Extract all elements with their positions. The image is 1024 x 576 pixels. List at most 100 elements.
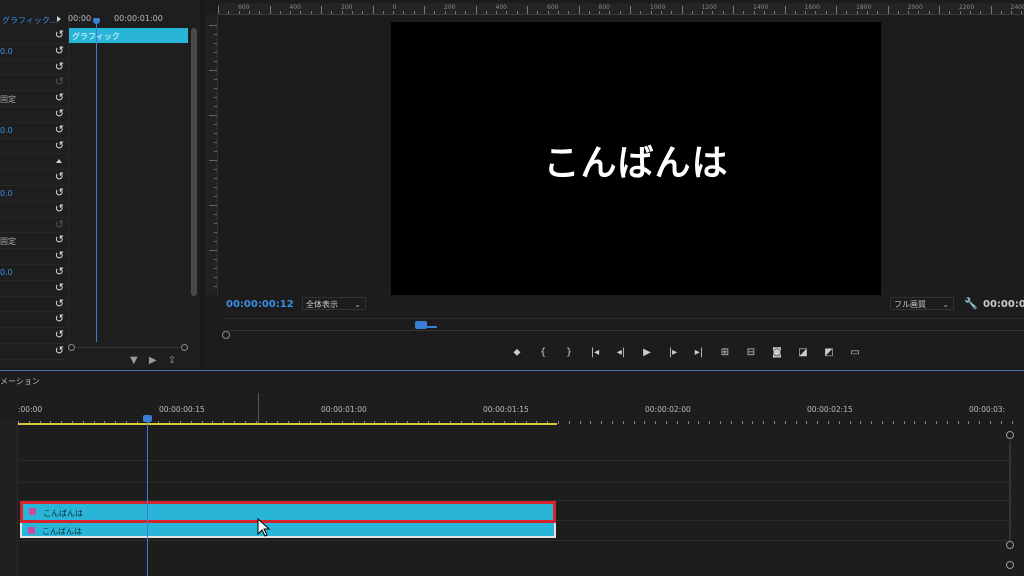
reset-icon[interactable]: ↺	[55, 76, 64, 88]
chevron-down-icon: ⌄	[354, 300, 361, 309]
reset-icon[interactable]: ↺	[55, 29, 64, 41]
video-preview[interactable]: こんばんは	[391, 22, 881, 295]
graphic-clip-bottom[interactable]: こんばんは	[20, 521, 556, 538]
reset-icon[interactable]: ↺	[55, 139, 64, 152]
reset-icon[interactable]: ↺	[55, 186, 64, 199]
reset-icon[interactable]: ↺	[55, 44, 64, 57]
scroll-track[interactable]	[1009, 441, 1011, 541]
add-marker-icon[interactable]: ⬥	[504, 345, 530, 361]
zoom-scroll-track[interactable]	[76, 347, 180, 348]
effect-mini-timeline[interactable]	[68, 12, 190, 352]
effect-property-row[interactable]: 0.0 ↺	[0, 123, 68, 139]
track-lane-v4[interactable]	[18, 461, 1012, 483]
effect-property-row[interactable]: 0.0 ↺	[0, 186, 68, 202]
mini-timeline-clip[interactable]: グラフィック	[69, 28, 188, 43]
timeline-playhead-handle[interactable]	[143, 415, 152, 422]
mini-playhead-line[interactable]	[96, 18, 97, 342]
property-value[interactable]: 0.0	[0, 268, 13, 277]
effect-property-row[interactable]: 0.0 ↺	[0, 44, 68, 60]
scroll-handle-top[interactable]	[1006, 431, 1014, 439]
monitor-time-ruler[interactable]	[222, 318, 1024, 330]
effect-property-row[interactable]: ↺	[0, 75, 68, 92]
reset-icon[interactable]: ↺	[55, 297, 64, 310]
filter-icon[interactable]: ▼	[130, 355, 138, 366]
effect-property-row[interactable]: ↺	[0, 60, 68, 76]
step-back-icon[interactable]: ◂|	[608, 345, 634, 361]
ruler-number: 1800	[856, 4, 872, 11]
effect-property-row[interactable]: ↺	[0, 28, 68, 44]
reset-icon[interactable]: ↺	[55, 92, 64, 104]
reset-icon[interactable]: ↺	[55, 281, 64, 294]
zoom-handle-left[interactable]	[68, 344, 75, 351]
extract-icon[interactable]: ⊟	[738, 345, 764, 361]
mark-out-icon[interactable]: }	[556, 345, 582, 361]
ruler-tick	[681, 6, 683, 14]
effect-property-row[interactable]: ↺	[0, 202, 68, 218]
mark-in-icon[interactable]: {	[530, 345, 556, 361]
reset-icon[interactable]: ↺	[55, 60, 64, 73]
graphic-clip-top-selected[interactable]: こんばんは	[20, 501, 556, 523]
reset-icon[interactable]: ↺	[55, 123, 64, 136]
track-lane-v3[interactable]	[18, 483, 1012, 501]
reset-icon[interactable]: ↺	[55, 234, 64, 246]
effect-property-row[interactable]: ↺	[0, 249, 68, 265]
collapse-triangle-icon[interactable]	[56, 159, 62, 164]
lift-icon[interactable]: ⊞	[712, 345, 738, 361]
effect-property-row[interactable]: ↺	[0, 218, 68, 234]
wrench-icon[interactable]: 🔧	[964, 297, 978, 310]
effect-property-row[interactable]: ↺	[0, 344, 68, 360]
reset-icon[interactable]: ↺	[55, 329, 64, 341]
effect-property-row[interactable]: ↺	[0, 107, 68, 123]
ruler-tick	[214, 133, 217, 134]
monitor-zoom-handle[interactable]	[222, 331, 230, 339]
clip-play-arrow-icon[interactable]	[57, 16, 61, 22]
effect-vertical-scrollbar[interactable]	[191, 28, 197, 296]
export-icon[interactable]: ⇪	[168, 355, 176, 366]
mini-zoom-scrollbar[interactable]	[68, 344, 190, 352]
work-area-bar[interactable]	[18, 423, 557, 425]
zoom-fit-select[interactable]: 全体表示 ⌄	[302, 297, 366, 310]
clip-name-dropdown[interactable]: グラフィック...	[0, 12, 58, 28]
track-lane-v5[interactable]	[18, 437, 1012, 461]
reset-icon[interactable]: ↺	[55, 250, 64, 262]
effect-property-row[interactable]: ↺	[0, 281, 68, 297]
reset-icon[interactable]: ↺	[55, 202, 64, 215]
effect-property-row[interactable]	[0, 154, 68, 171]
timeline-vertical-scrollbar[interactable]	[1004, 431, 1016, 576]
monitor-zoom-bar[interactable]	[222, 330, 1024, 338]
property-value[interactable]: 0.0	[0, 126, 13, 135]
play-audio-icon[interactable]: ▶	[149, 355, 157, 366]
effect-property-row[interactable]: ↺	[0, 328, 68, 344]
go-to-out-icon[interactable]: ▸|	[686, 345, 712, 361]
property-value[interactable]: 0.0	[0, 47, 13, 56]
zoom-handle-right[interactable]	[181, 344, 188, 351]
playhead-timecode[interactable]: 00:00:00:12	[226, 299, 294, 310]
multicam-icon[interactable]: ◩	[816, 345, 842, 361]
comparison-view-icon[interactable]: ◪	[790, 345, 816, 361]
effect-property-row[interactable]: ↺	[0, 312, 68, 329]
effect-property-row[interactable]: ↺	[0, 297, 68, 313]
property-value[interactable]: 0.0	[0, 189, 13, 198]
scroll-handle-extra[interactable]	[1006, 561, 1014, 569]
reset-icon[interactable]: ↺	[55, 344, 64, 357]
timeline-playhead-line[interactable]	[147, 417, 148, 576]
reset-icon[interactable]: ↺	[55, 171, 64, 183]
reset-icon[interactable]: ↺	[55, 218, 64, 231]
timeline-time-ruler[interactable]: :00:00 00:00:00:15 00:00:01:00 00:00:01:15 0…	[18, 401, 1013, 424]
scroll-handle-bottom[interactable]	[1006, 541, 1014, 549]
go-to-in-icon[interactable]: |◂	[582, 345, 608, 361]
step-forward-icon[interactable]: |▸	[660, 345, 686, 361]
play-icon[interactable]: ▶	[634, 345, 660, 361]
sequence-tab-label[interactable]: メーション	[0, 376, 40, 387]
effect-property-row[interactable]: ↺	[0, 170, 68, 186]
vr-video-icon[interactable]: ▭	[842, 345, 868, 361]
effect-property-row[interactable]: 固定 ↺	[0, 91, 68, 107]
camera-icon[interactable]: ◙	[764, 345, 790, 361]
effect-property-row[interactable]: 0.0 ↺	[0, 265, 68, 281]
playback-quality-select[interactable]: フル画質 ⌄	[890, 297, 954, 310]
effect-property-row[interactable]: ↺	[0, 139, 68, 155]
effect-property-row[interactable]: 固定 ↺	[0, 233, 68, 250]
reset-icon[interactable]: ↺	[55, 265, 64, 278]
reset-icon[interactable]: ↺	[55, 313, 64, 325]
reset-icon[interactable]: ↺	[55, 107, 64, 120]
